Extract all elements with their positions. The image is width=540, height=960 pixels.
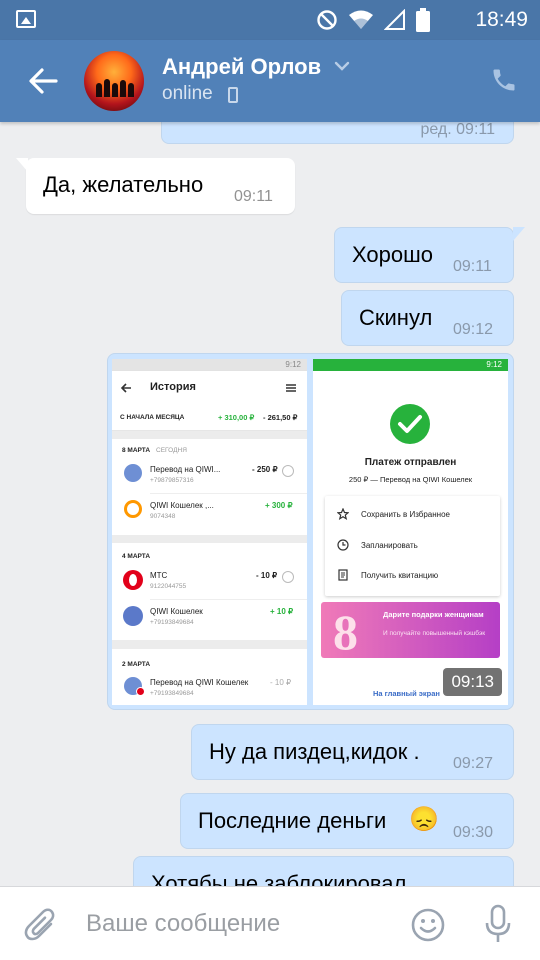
mini-item-title: QIWI Кошелек ,...: [150, 501, 214, 510]
phone-call-icon[interactable]: [490, 66, 518, 94]
mobile-device-icon: [228, 87, 238, 103]
mini-item-sub: 9122044755: [150, 583, 187, 590]
outgoing-message[interactable]: Последние деньги 😞 09:30: [180, 793, 514, 849]
edited-time: ред. 09:11: [420, 122, 495, 138]
back-arrow-icon[interactable]: [26, 64, 60, 98]
message-text: Да, желательно: [43, 172, 204, 197]
mini-item-title: Перевод на QIWI Кошелек: [150, 678, 249, 687]
mini-item-sub: 9074348: [150, 513, 176, 520]
mini-title: История: [150, 381, 196, 393]
mini-item-title: QIWI Кошелек: [150, 607, 203, 616]
mini-item-sub: +79193849684: [150, 619, 194, 626]
checkmark-success-icon: [390, 404, 430, 444]
mini-item-amount: + 300 ₽: [265, 501, 293, 510]
attached-screenshot-payment[interactable]: 9:12 Платеж отправлен 250 ₽ — Перевод на…: [313, 359, 508, 705]
outgoing-message[interactable]: Хотябы не заблокировал: [133, 856, 514, 886]
image-attachment-message[interactable]: 9:12 История С НАЧАЛА МЕСЯЦА + 310,00 ₽ …: [107, 353, 514, 710]
outgoing-message[interactable]: Хорошо 09:11: [334, 227, 525, 283]
signal-icon: [384, 9, 405, 30]
mini-item-sub: +79193849684: [150, 690, 194, 697]
message-time: 09:30: [453, 824, 494, 841]
gallery-notification-icon: [16, 10, 36, 28]
battery-icon: [416, 8, 430, 32]
mini-period-label: С НАЧАЛА МЕСЯЦА: [120, 414, 185, 421]
payment-sub: 250 ₽ — Перевод на QIWI Кошелек: [348, 475, 473, 484]
promo-banner: 8 Дарите подарки женщинам И получайте по…: [321, 602, 500, 660]
mini-date: 4 МАРТА: [122, 553, 151, 560]
promo-sub: И получайте повышенный кэшбэк: [383, 630, 486, 637]
mini-period-out: - 261,50 ₽: [263, 413, 298, 422]
clock-icon: [337, 539, 349, 551]
mini-status-time: 9:12: [486, 360, 502, 369]
mini-period-in: + 310,00 ₽: [218, 413, 255, 422]
message-time: 09:27: [453, 755, 494, 772]
promo-number: 8: [333, 604, 358, 660]
message-input[interactable]: [86, 905, 396, 943]
mini-status-time: 9:12: [285, 360, 301, 369]
paperclip-icon[interactable]: [24, 907, 58, 945]
mini-back-icon: [120, 383, 131, 393]
composer: [0, 886, 540, 960]
microphone-icon[interactable]: [484, 903, 512, 945]
mini-item-title: Перевод на QIWI...: [150, 465, 221, 474]
contact-status: online: [162, 83, 213, 104]
chevron-down-icon[interactable]: [334, 60, 350, 72]
mini-filter-icon: [286, 384, 296, 392]
mini-item-amount: + 10 ₽: [270, 607, 294, 616]
message-text: Последние деньги: [198, 808, 387, 833]
mini-date: 2 МАРТА: [122, 661, 151, 668]
message-text: Хотябы не заблокировал: [151, 871, 407, 886]
promo-title: Дарите подарки женщинам: [383, 610, 484, 619]
avatar[interactable]: [84, 51, 144, 111]
mini-date: 8 МАРТА: [122, 447, 151, 454]
previous-message[interactable]: ред. 09:11: [161, 122, 514, 144]
mini-item-title: МТС: [150, 571, 168, 580]
incoming-message[interactable]: Да, желательно 09:11: [16, 158, 295, 214]
emoji-smile-icon[interactable]: [410, 907, 446, 943]
chat-header: Андрей Орлов online: [0, 40, 540, 122]
message-text: Скинул: [359, 305, 433, 330]
status-icons: [316, 8, 430, 32]
outgoing-message[interactable]: Ну да пиздец,кидок . 09:27: [191, 724, 514, 780]
message-text: Ну да пиздец,кидок .: [209, 739, 420, 764]
action-favorite: Сохранить в Избранное: [361, 510, 450, 519]
mini-item-sub: +79879857316: [150, 477, 194, 484]
mini-item-amount: - 10 ₽: [270, 678, 292, 687]
mini-item-amount: - 250 ₽: [252, 465, 278, 474]
clock: 18:49: [475, 8, 528, 31]
receipt-icon: [338, 569, 348, 581]
message-time: 09:11: [453, 258, 492, 275]
message-time: 09:12: [453, 321, 494, 338]
action-receipt: Получить квитанцию: [361, 571, 439, 580]
message-time: 09:13: [443, 668, 502, 696]
wifi-icon: [349, 10, 373, 29]
contact-name[interactable]: Андрей Орлов: [162, 54, 321, 80]
message-list[interactable]: ред. 09:11 Да, желательно 09:11 Хорошо 0…: [0, 122, 540, 886]
attached-screenshot-history[interactable]: 9:12 История С НАЧАЛА МЕСЯЦА + 310,00 ₽ …: [112, 359, 307, 705]
mini-item-amount: - 10 ₽: [256, 571, 278, 580]
mini-date-tag: СЕГОДНЯ: [156, 447, 187, 454]
do-not-disturb-icon: [317, 10, 337, 30]
home-link: На главный экран: [373, 689, 440, 698]
message-time: 09:11: [234, 188, 273, 205]
message-text: Хорошо: [352, 242, 434, 267]
outgoing-message[interactable]: Скинул 09:12: [341, 290, 514, 346]
sad-emoji: 😞: [409, 806, 439, 833]
status-bar: 18:49: [0, 0, 540, 40]
action-schedule: Запланировать: [361, 541, 418, 550]
payment-title: Платеж отправлен: [364, 457, 457, 468]
star-icon: [337, 508, 349, 520]
